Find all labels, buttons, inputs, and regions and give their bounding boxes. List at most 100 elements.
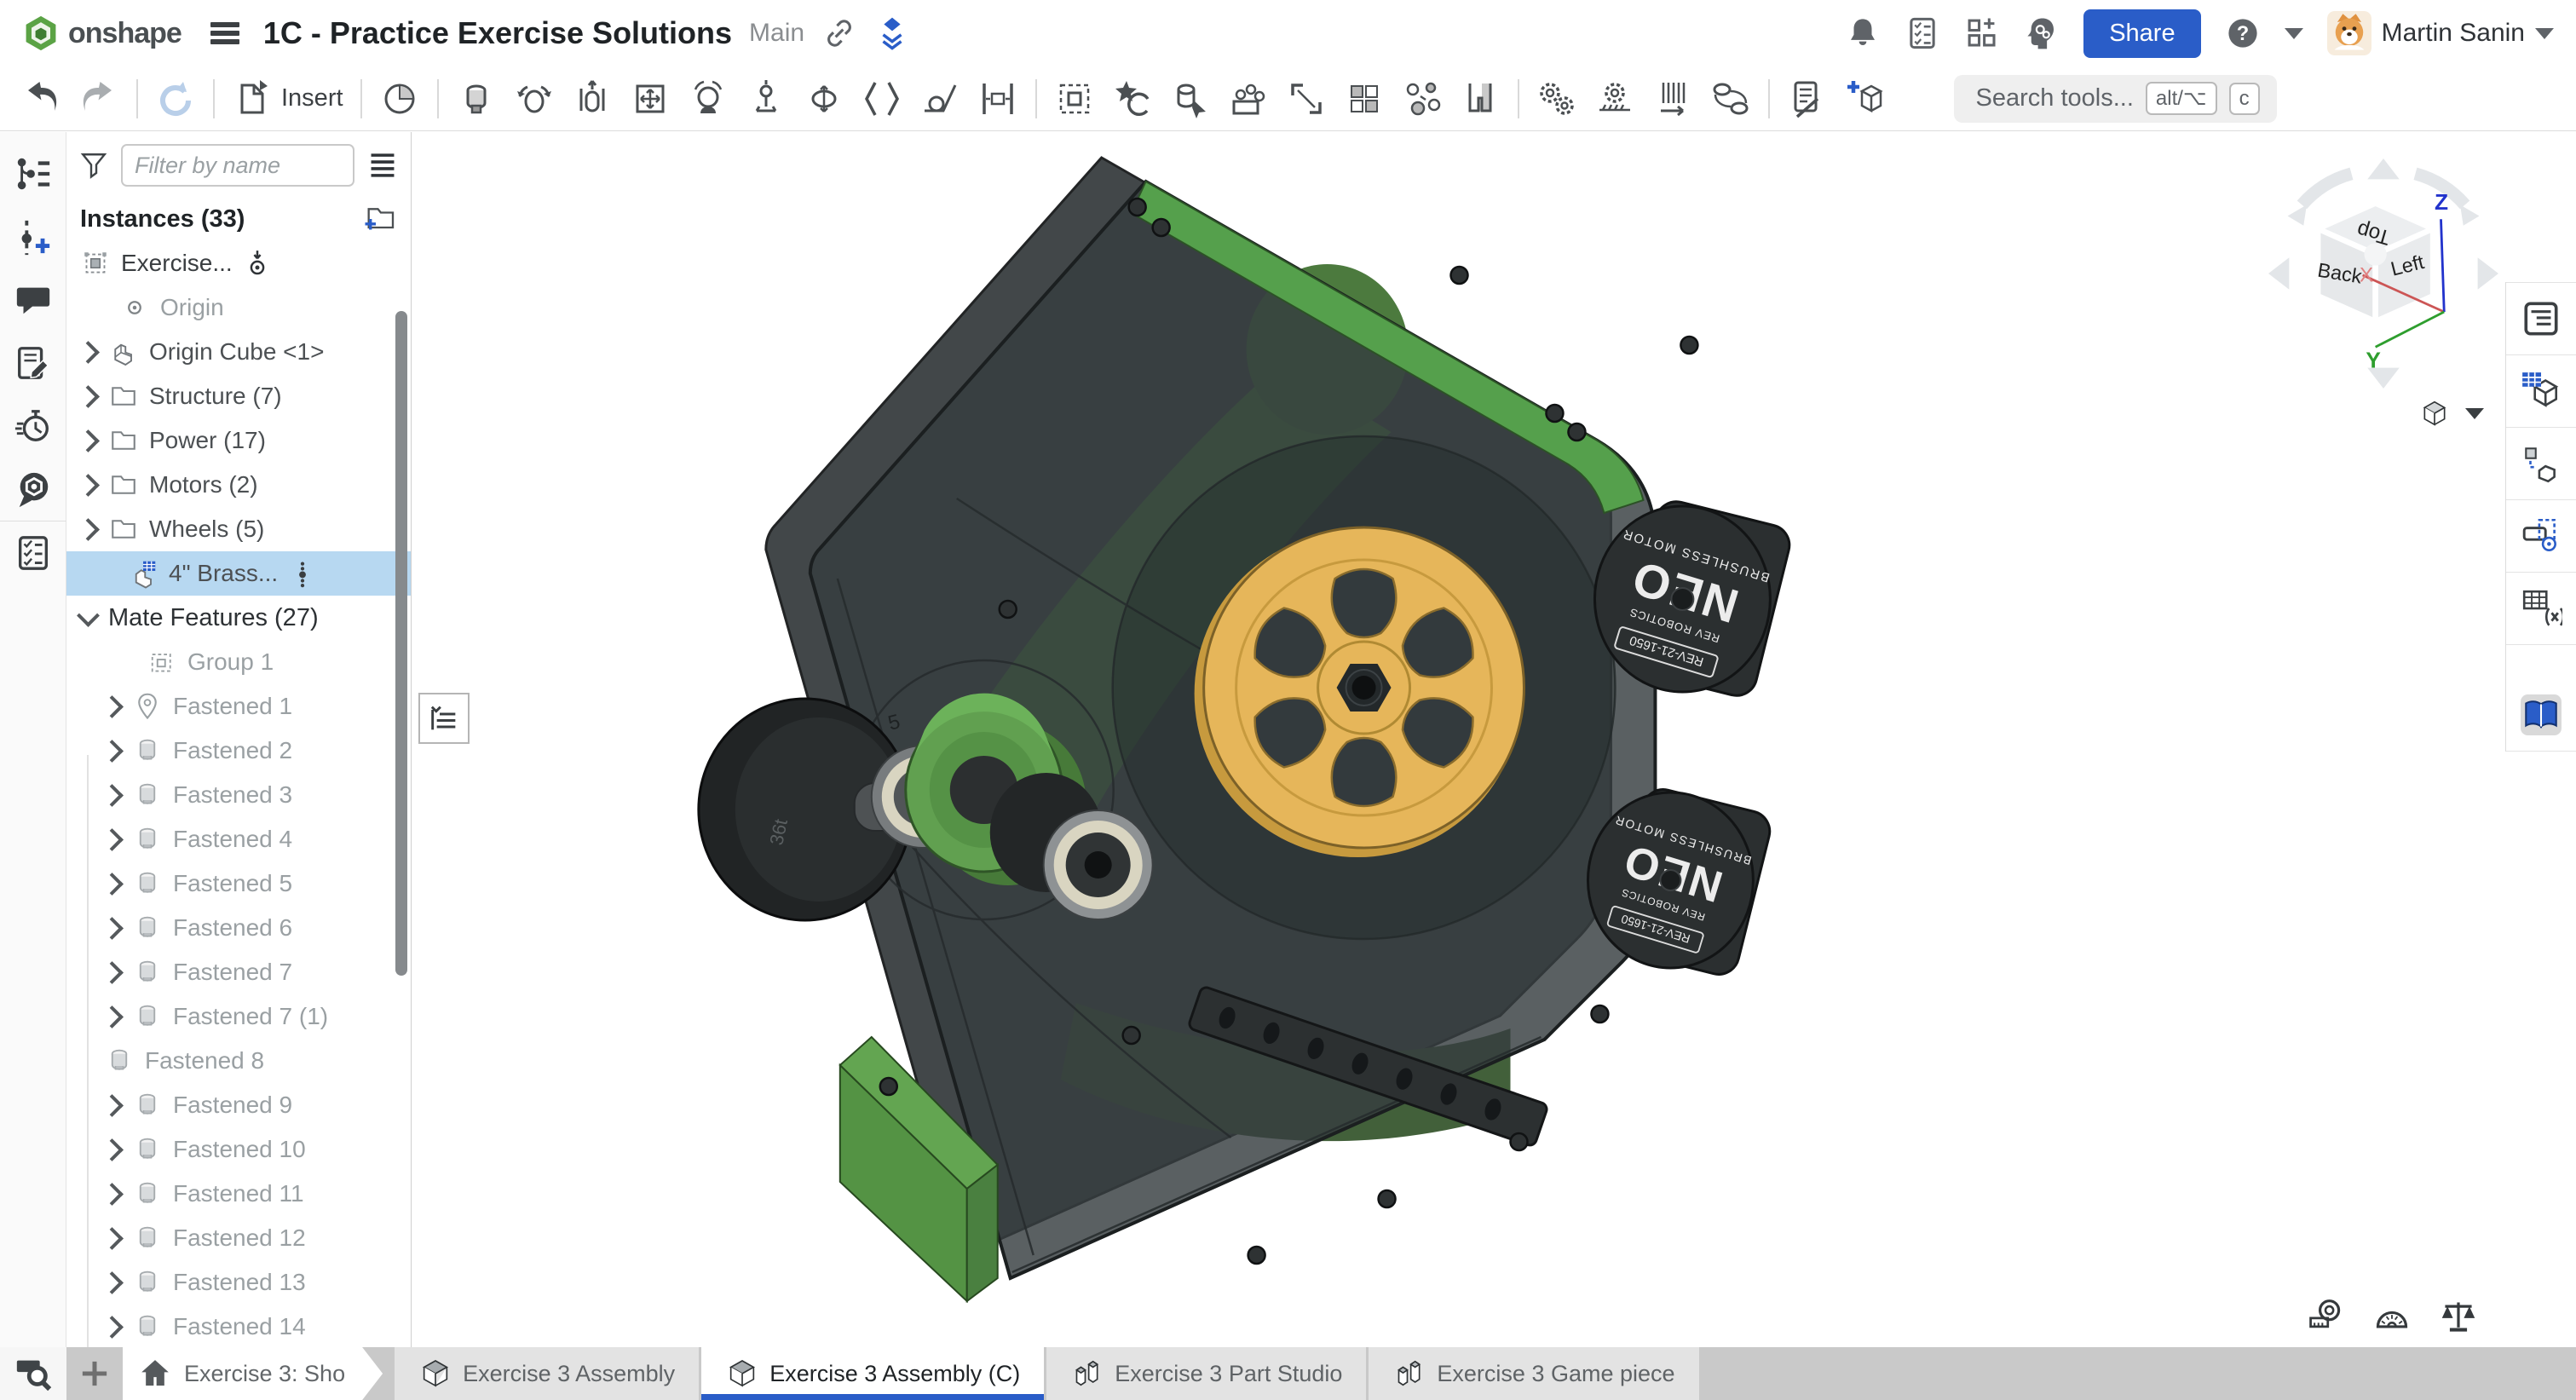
expand-chevron-icon[interactable] — [77, 474, 100, 497]
tree-item-structure-folder[interactable]: Structure (7) — [66, 374, 411, 418]
measure-tool-button[interactable] — [2307, 1298, 2344, 1335]
variables-panel-button[interactable] — [2506, 573, 2576, 645]
expand-chevron-icon[interactable] — [101, 917, 124, 940]
tree-item-exercise-assembly[interactable]: Exercise... — [66, 241, 411, 285]
tree-item-fastened-1[interactable]: Fastened 1 — [66, 684, 411, 729]
expand-chevron-icon[interactable] — [101, 740, 124, 763]
filter-by-name-input[interactable] — [121, 144, 354, 187]
expand-chevron-icon[interactable] — [77, 429, 100, 452]
tree-item-origin[interactable]: Origin — [66, 285, 411, 330]
list-view-icon[interactable] — [366, 149, 399, 181]
expand-chevron-icon[interactable] — [101, 1183, 124, 1206]
composite-part-button[interactable] — [1219, 72, 1277, 126]
angle-tool-button[interactable] — [2373, 1298, 2411, 1335]
revolute-mate-button[interactable] — [505, 72, 563, 126]
learning-center-button[interactable] — [2506, 679, 2576, 752]
help-icon[interactable] — [2225, 15, 2261, 51]
expand-chevron-icon[interactable] — [77, 604, 100, 627]
filter-icon[interactable] — [78, 150, 109, 181]
3d-viewport[interactable]: REV-21-1650 REV ROBOTICS NEO BRUSHLESS M… — [412, 132, 2576, 1347]
panel-scrollbar[interactable] — [395, 311, 407, 976]
share-button[interactable]: Share — [2083, 9, 2200, 58]
tree-item-fastened-13[interactable]: Fastened 13 — [66, 1260, 411, 1305]
tree-item-fastened-4[interactable]: Fastened 4 — [66, 817, 411, 861]
pattern-button[interactable] — [1335, 72, 1393, 126]
main-menu-button[interactable] — [210, 22, 239, 44]
expand-chevron-icon[interactable] — [101, 1316, 124, 1339]
undo-button[interactable] — [12, 72, 70, 126]
assembly-feature-button[interactable] — [371, 72, 429, 126]
view-roll-left-arrow[interactable] — [2302, 174, 2351, 205]
planar-mate-button[interactable] — [621, 72, 679, 126]
tree-item-origin-cube[interactable]: Origin Cube <1> — [66, 330, 411, 374]
expand-chevron-icon[interactable] — [101, 1138, 124, 1161]
exploded-view-button[interactable] — [1393, 72, 1451, 126]
section-view-button[interactable] — [1451, 72, 1509, 126]
expand-chevron-icon[interactable] — [101, 873, 124, 896]
expand-chevron-icon[interactable] — [77, 385, 100, 408]
view-rotate-right-arrow[interactable] — [2478, 257, 2498, 290]
collapse-panel-button[interactable] — [418, 693, 470, 744]
onshape-logo[interactable]: onshape — [22, 14, 182, 52]
redo-button[interactable] — [70, 72, 128, 126]
view-rotate-up-arrow[interactable] — [2367, 158, 2400, 179]
expand-chevron-icon[interactable] — [101, 784, 124, 807]
action-items-button[interactable] — [0, 521, 66, 585]
copy-link-icon[interactable] — [821, 15, 857, 51]
notifications-bell-icon[interactable] — [1845, 15, 1881, 51]
versions-branch-icon[interactable] — [874, 15, 910, 51]
parallel-mate-button[interactable] — [853, 72, 911, 126]
gear-relation-button[interactable] — [1528, 72, 1586, 126]
history-button[interactable] — [0, 395, 66, 458]
configurations-panel-button[interactable] — [2506, 355, 2576, 428]
tree-item-fastened-3[interactable]: Fastened 3 — [66, 773, 411, 817]
add-folder-icon[interactable] — [363, 202, 397, 236]
comments-button[interactable] — [0, 268, 66, 331]
expand-chevron-icon[interactable] — [101, 961, 124, 984]
mate-connectors-panel-button[interactable] — [2506, 500, 2576, 573]
ball-mate-button[interactable] — [679, 72, 737, 126]
tree-item-wheels-folder[interactable]: Wheels (5) — [66, 507, 411, 551]
view-options-dropdown[interactable] — [2418, 396, 2484, 430]
tree-item-motors-folder[interactable]: Motors (2) — [66, 463, 411, 507]
help-dropdown-caret[interactable] — [2285, 28, 2303, 39]
tree-item-fastened-2[interactable]: Fastened 2 — [66, 729, 411, 773]
rack-pinion-relation-button[interactable] — [1586, 72, 1644, 126]
tree-item-fastened-9[interactable]: Fastened 9 — [66, 1083, 411, 1127]
replicate-button[interactable] — [1161, 72, 1219, 126]
versions-history-button[interactable] — [0, 142, 66, 205]
apps-store-icon[interactable] — [1964, 15, 2000, 51]
insert-button[interactable]: Insert — [223, 72, 352, 126]
expand-chevron-icon[interactable] — [101, 1271, 124, 1294]
home-tab[interactable]: Exercise 3: Sho — [123, 1347, 383, 1400]
ai-advisor-icon[interactable] — [2024, 15, 2060, 51]
display-states-button[interactable] — [1778, 72, 1836, 126]
tree-item-fastened-12[interactable]: Fastened 12 — [66, 1216, 411, 1260]
expand-chevron-icon[interactable] — [101, 828, 124, 851]
mate-features-section[interactable]: Mate Features (27) — [66, 596, 411, 640]
add-tab-button[interactable] — [66, 1347, 123, 1400]
workspace-label[interactable]: Main — [749, 19, 804, 48]
tree-item-group-1[interactable]: Group 1 — [66, 640, 411, 684]
tree-item-fastened-7[interactable]: Fastened 7 — [66, 950, 411, 994]
tree-item-fastened-11[interactable]: Fastened 11 — [66, 1172, 411, 1216]
transform-button[interactable] — [1277, 72, 1335, 126]
mass-properties-button[interactable] — [2440, 1298, 2477, 1335]
create-version-button[interactable] — [0, 205, 66, 268]
tab-manager-button[interactable] — [0, 1347, 66, 1400]
tab-exercise-3-assembly[interactable]: Exercise 3 Assembly — [395, 1347, 699, 1400]
tree-item-4in-brass[interactable]: 4" Brass... — [66, 551, 411, 596]
derived-instances-panel-button[interactable] — [2506, 428, 2576, 500]
create-element-button[interactable] — [1836, 72, 1894, 126]
expand-chevron-icon[interactable] — [101, 1227, 124, 1250]
tree-item-power-folder[interactable]: Power (17) — [66, 418, 411, 463]
fastened-mate-button[interactable] — [447, 72, 505, 126]
tree-item-fastened-6[interactable]: Fastened 6 — [66, 906, 411, 950]
tree-item-fastened-5[interactable]: Fastened 5 — [66, 861, 411, 906]
expand-chevron-icon[interactable] — [101, 695, 124, 718]
update-button[interactable] — [147, 72, 205, 126]
width-mate-button[interactable] — [969, 72, 1027, 126]
pin-slot-mate-button[interactable] — [737, 72, 795, 126]
tangent-mate-button[interactable] — [911, 72, 969, 126]
view-cube[interactable]: Top Back Left X Z Y — [2247, 146, 2520, 401]
